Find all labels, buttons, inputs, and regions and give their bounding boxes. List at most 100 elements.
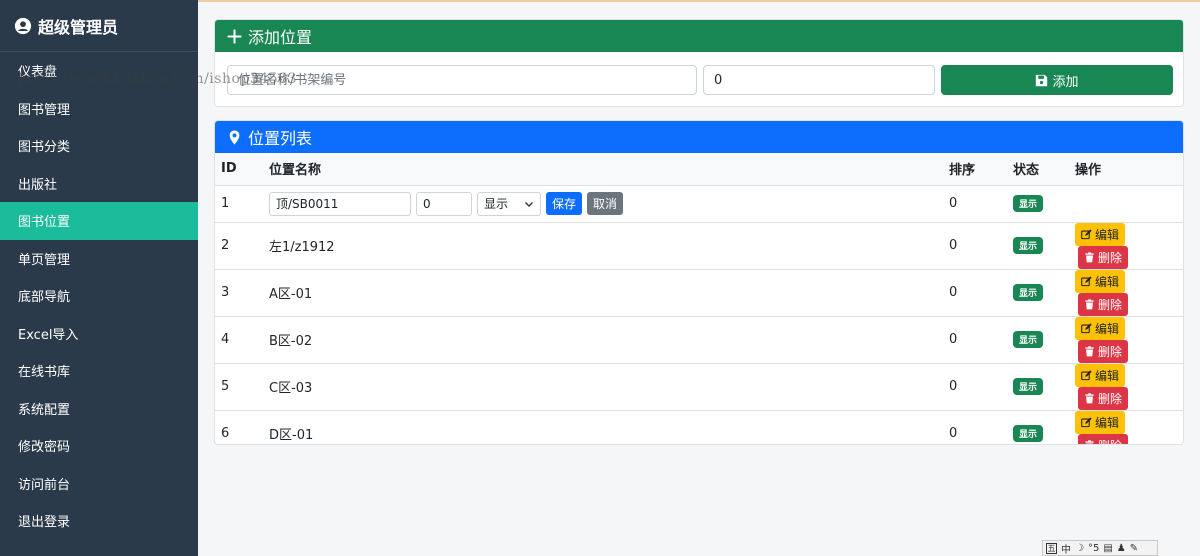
edit-name-input[interactable] bbox=[269, 191, 411, 216]
table-row-editing: 1 显示 保存 取消 0 bbox=[215, 185, 1183, 223]
sidebar-item[interactable]: 图书分类 bbox=[0, 127, 198, 165]
location-list-header: 位置列表 bbox=[215, 121, 1183, 153]
row-edit-cell: 显示 保存 取消 bbox=[263, 185, 943, 223]
ime-toolbar: 五 中 ☽ °5 ▤ ♟ ✎ bbox=[1042, 540, 1158, 556]
row-actions: 编辑删除 bbox=[1069, 316, 1183, 364]
edit-button[interactable]: 编辑 bbox=[1075, 410, 1126, 434]
row-actions: 编辑删除 bbox=[1069, 363, 1183, 411]
edit-button[interactable]: 编辑 bbox=[1075, 269, 1126, 293]
sidebar-item[interactable]: 修改密码 bbox=[0, 427, 198, 465]
edit-icon bbox=[1081, 323, 1092, 333]
sidebar-item[interactable]: 访问前台 bbox=[0, 465, 198, 503]
row-id: 6 bbox=[215, 410, 263, 444]
delete-button-label: 删除 bbox=[1098, 297, 1123, 312]
sidebar-item[interactable]: 底部导航 bbox=[0, 277, 198, 315]
trash-icon bbox=[1085, 440, 1094, 444]
edit-button-label: 编辑 bbox=[1095, 415, 1120, 430]
delete-button-label: 删除 bbox=[1098, 250, 1123, 265]
status-badge: 显示 bbox=[1013, 237, 1044, 255]
delete-button[interactable]: 删除 bbox=[1078, 433, 1129, 444]
edit-sort-input[interactable] bbox=[416, 191, 472, 216]
edit-button-label: 编辑 bbox=[1095, 227, 1120, 242]
sidebar-nav: 仪表盘 图书管理 图书分类 出版社 图书位置 单页管理 底部导航 Excel导入 在线书库 系统配… bbox=[0, 52, 198, 540]
edit-status-value: 显示 bbox=[484, 197, 509, 212]
user-circle-icon bbox=[14, 17, 32, 34]
row-id: 4 bbox=[215, 316, 263, 364]
row-id: 1 bbox=[215, 185, 263, 223]
header-sort: 排序 bbox=[943, 153, 1007, 186]
sidebar-item[interactable]: 系统配置 bbox=[0, 390, 198, 428]
row-name: B区-02 bbox=[263, 316, 943, 364]
header-action: 操作 bbox=[1069, 153, 1183, 186]
add-button[interactable]: 添加 bbox=[941, 65, 1173, 95]
row-name: 左1/z1912 bbox=[263, 222, 943, 270]
save-button[interactable]: 保存 bbox=[546, 192, 583, 216]
table-row: 6D区-010 显示 编辑删除 bbox=[215, 410, 1183, 444]
main-content: 添加位置 添加 位置列表 ID 位置名称 排序 状态 操作 bbox=[198, 0, 1200, 556]
row-status-cell: 显示 bbox=[1007, 222, 1069, 270]
sidebar-item[interactable]: 单页管理 bbox=[0, 240, 198, 278]
row-id: 5 bbox=[215, 363, 263, 411]
add-location-header: 添加位置 bbox=[215, 20, 1183, 52]
edit-status-select[interactable]: 显示 bbox=[477, 191, 541, 216]
trash-icon bbox=[1085, 346, 1094, 357]
row-sort: 0 bbox=[943, 222, 1007, 270]
row-sort: 0 bbox=[943, 185, 1007, 223]
edit-button[interactable]: 编辑 bbox=[1075, 363, 1126, 387]
row-actions: 编辑删除 bbox=[1069, 222, 1183, 270]
header-name: 位置名称 bbox=[263, 153, 943, 186]
ime-punct[interactable]: °5 bbox=[1088, 543, 1099, 554]
row-status-cell: 显示 bbox=[1007, 410, 1069, 444]
map-pin-icon bbox=[229, 129, 240, 145]
row-actions: 编辑删除 bbox=[1069, 269, 1183, 317]
row-name: A区-01 bbox=[263, 269, 943, 317]
edit-button[interactable]: 编辑 bbox=[1075, 222, 1126, 246]
sidebar-item[interactable]: 出版社 bbox=[0, 165, 198, 203]
edit-icon bbox=[1081, 370, 1092, 380]
edit-button-label: 编辑 bbox=[1095, 368, 1120, 383]
delete-button-label: 删除 bbox=[1098, 344, 1123, 359]
row-actions bbox=[1069, 185, 1183, 223]
delete-button[interactable]: 删除 bbox=[1078, 386, 1129, 410]
sidebar-item[interactable]: 退出登录 bbox=[0, 502, 198, 540]
person-icon[interactable]: ♟ bbox=[1117, 543, 1126, 554]
sidebar-item[interactable]: 仪表盘 bbox=[0, 52, 198, 90]
sidebar-item[interactable]: Excel导入 bbox=[0, 315, 198, 353]
delete-button[interactable]: 删除 bbox=[1078, 245, 1129, 269]
trash-icon bbox=[1085, 299, 1094, 310]
sort-input[interactable] bbox=[703, 65, 935, 95]
chevron-down-icon bbox=[525, 201, 533, 207]
delete-button[interactable]: 删除 bbox=[1078, 339, 1129, 363]
plus-icon bbox=[227, 28, 242, 44]
ime-mode[interactable]: 中 bbox=[1061, 541, 1071, 556]
sidebar-item[interactable]: 在线书库 bbox=[0, 352, 198, 390]
row-sort: 0 bbox=[943, 410, 1007, 444]
status-badge: 显示 bbox=[1013, 378, 1044, 396]
moon-icon[interactable]: ☽ bbox=[1075, 543, 1084, 554]
table-header-row: ID 位置名称 排序 状态 操作 bbox=[215, 153, 1183, 186]
sidebar-brand: 超级管理员 bbox=[0, 0, 198, 52]
add-button-label: 添加 bbox=[1052, 73, 1079, 89]
edit-button-label: 编辑 bbox=[1095, 321, 1120, 336]
location-name-input[interactable] bbox=[227, 65, 697, 95]
edit-icon bbox=[1081, 417, 1092, 427]
edit-button[interactable]: 编辑 bbox=[1075, 316, 1126, 340]
sidebar-item[interactable]: 图书位置 bbox=[0, 202, 198, 240]
status-badge: 显示 bbox=[1013, 425, 1044, 443]
row-id: 2 bbox=[215, 222, 263, 270]
row-id: 3 bbox=[215, 269, 263, 317]
row-sort: 0 bbox=[943, 363, 1007, 411]
cancel-button[interactable]: 取消 bbox=[587, 192, 624, 216]
status-badge: 显示 bbox=[1013, 284, 1044, 302]
edit-icon bbox=[1081, 276, 1092, 286]
location-list-card: 位置列表 ID 位置名称 排序 状态 操作 1 顶/SB0011 0 显示 保存… bbox=[214, 120, 1184, 445]
sidebar-item[interactable]: 图书管理 bbox=[0, 90, 198, 128]
delete-button[interactable]: 删除 bbox=[1078, 292, 1129, 316]
wrench-icon[interactable]: ✎ bbox=[1130, 543, 1138, 554]
keyboard-icon[interactable]: ▤ bbox=[1103, 543, 1112, 554]
save-icon bbox=[1036, 74, 1048, 86]
sidebar: 超级管理员 仪表盘 图书管理 图书分类 出版社 图书位置 单页管理 底部导航 Excel导入在… bbox=[0, 0, 198, 556]
location-table: ID 位置名称 排序 状态 操作 1 显示 bbox=[215, 153, 1183, 444]
ime-logo[interactable]: 五 bbox=[1046, 542, 1057, 554]
header-id: ID bbox=[215, 153, 263, 186]
